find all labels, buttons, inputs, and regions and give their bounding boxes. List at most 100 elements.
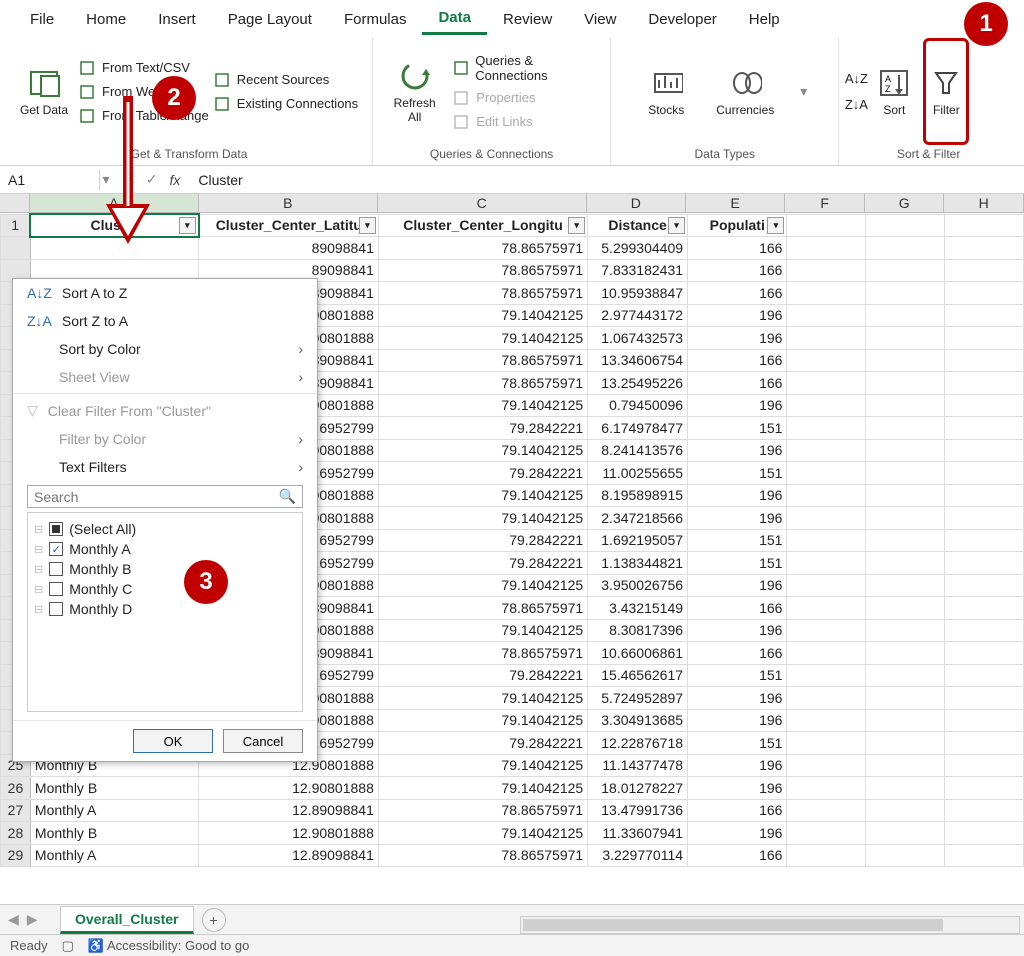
sort-za-button[interactable]: Z↓A: [847, 96, 865, 114]
sort-az-button[interactable]: A↓Z: [847, 70, 865, 88]
cell[interactable]: [787, 777, 866, 800]
cell[interactable]: [787, 484, 866, 507]
cell[interactable]: [945, 844, 1024, 867]
cell[interactable]: [866, 484, 945, 507]
filter-toggle-icon[interactable]: ▾: [359, 217, 376, 234]
cell[interactable]: [945, 642, 1024, 665]
cell[interactable]: 79.14042125: [378, 777, 587, 800]
cell[interactable]: 79.14042125: [378, 394, 587, 417]
table-header[interactable]: Populati▾: [688, 214, 787, 237]
cell[interactable]: [866, 574, 945, 597]
cell[interactable]: [787, 304, 866, 327]
cell[interactable]: [787, 754, 866, 777]
cell[interactable]: 196: [688, 574, 787, 597]
cell[interactable]: 18.01278227: [588, 777, 688, 800]
cell[interactable]: [866, 304, 945, 327]
cell[interactable]: 196: [688, 822, 787, 845]
cell[interactable]: 151: [688, 664, 787, 687]
column-header[interactable]: G: [865, 194, 945, 212]
cancel-button[interactable]: Cancel: [223, 729, 303, 753]
cell[interactable]: [866, 529, 945, 552]
cell[interactable]: Monthly B: [30, 822, 198, 845]
cell[interactable]: 79.2842221: [378, 462, 587, 485]
cell[interactable]: [945, 709, 1024, 732]
row-header[interactable]: 29: [1, 844, 31, 867]
cell[interactable]: [945, 462, 1024, 485]
cell[interactable]: [945, 282, 1024, 305]
table-header[interactable]: [787, 214, 866, 237]
sort-button[interactable]: AZ Sort: [871, 38, 917, 145]
cell[interactable]: [787, 259, 866, 282]
filter-toggle-icon[interactable]: ▾: [668, 217, 685, 234]
cell[interactable]: 151: [688, 417, 787, 440]
cell[interactable]: [866, 642, 945, 665]
get-data-button[interactable]: Get Data: [14, 38, 74, 145]
cell[interactable]: 166: [688, 372, 787, 395]
cell[interactable]: [866, 799, 945, 822]
cell[interactable]: 166: [688, 642, 787, 665]
stocks-button[interactable]: Stocks: [642, 38, 690, 145]
cell[interactable]: 166: [688, 259, 787, 282]
cell[interactable]: [787, 462, 866, 485]
cell[interactable]: [945, 799, 1024, 822]
cell[interactable]: [945, 529, 1024, 552]
cell[interactable]: 12.89098841: [199, 844, 379, 867]
cell[interactable]: [787, 597, 866, 620]
filter-check-item[interactable]: ⊟✓Monthly A: [34, 539, 296, 559]
tab-next-icon[interactable]: ▶: [27, 911, 38, 928]
cell[interactable]: [787, 664, 866, 687]
name-box[interactable]: A1: [0, 170, 100, 190]
cell[interactable]: [787, 237, 866, 260]
cell[interactable]: 1.138344821: [588, 552, 688, 575]
cell[interactable]: Monthly A: [30, 844, 198, 867]
refresh-all-button[interactable]: Refresh All: [381, 38, 448, 145]
cell[interactable]: [787, 687, 866, 710]
cell[interactable]: 2.977443172: [588, 304, 688, 327]
cell[interactable]: 11.14377478: [588, 754, 688, 777]
cell[interactable]: 196: [688, 754, 787, 777]
row-header[interactable]: 27: [1, 799, 31, 822]
cell[interactable]: [945, 372, 1024, 395]
cell[interactable]: [945, 822, 1024, 845]
cell[interactable]: 78.86575971: [378, 597, 587, 620]
cell[interactable]: 166: [688, 349, 787, 372]
sort-za-item[interactable]: Z↓ASort Z to A: [13, 307, 317, 335]
cell[interactable]: 3.304913685: [588, 709, 688, 732]
cell[interactable]: 8.241413576: [588, 439, 688, 462]
menu-tab-view[interactable]: View: [568, 5, 632, 34]
column-header[interactable]: F: [785, 194, 865, 212]
cell[interactable]: 196: [688, 394, 787, 417]
cell[interactable]: 12.90801888: [199, 777, 379, 800]
row-header[interactable]: 1: [1, 214, 31, 237]
cell[interactable]: [787, 507, 866, 530]
sheet-tab-active[interactable]: Overall_Cluster: [60, 906, 194, 934]
cell[interactable]: 79.2842221: [378, 732, 587, 755]
cell[interactable]: [945, 664, 1024, 687]
cell[interactable]: 166: [688, 844, 787, 867]
row-header[interactable]: [1, 237, 31, 260]
cell[interactable]: 3.43215149: [588, 597, 688, 620]
cell[interactable]: 151: [688, 462, 787, 485]
cell[interactable]: 79.14042125: [378, 574, 587, 597]
cell[interactable]: [945, 394, 1024, 417]
cell[interactable]: 196: [688, 687, 787, 710]
menu-tab-data[interactable]: Data: [422, 3, 487, 35]
cell[interactable]: 78.86575971: [378, 642, 587, 665]
cell[interactable]: 3.950026756: [588, 574, 688, 597]
new-sheet-button[interactable]: +: [202, 908, 226, 932]
cell[interactable]: 13.25495226: [588, 372, 688, 395]
menu-tab-developer[interactable]: Developer: [632, 5, 732, 34]
cell[interactable]: 196: [688, 619, 787, 642]
cell[interactable]: 79.14042125: [378, 687, 587, 710]
fx-icon[interactable]: fx: [169, 172, 190, 188]
cell[interactable]: [866, 259, 945, 282]
cell[interactable]: 166: [688, 799, 787, 822]
cell[interactable]: 1.692195057: [588, 529, 688, 552]
tab-prev-icon[interactable]: ◀: [8, 911, 19, 928]
filter-check-item[interactable]: ⊟(Select All): [34, 519, 296, 539]
table-header[interactable]: Cluster_Center_Latitu▾: [199, 214, 379, 237]
cell[interactable]: [866, 822, 945, 845]
cell[interactable]: [787, 732, 866, 755]
cell[interactable]: 78.86575971: [378, 259, 587, 282]
cell[interactable]: Monthly B: [30, 777, 198, 800]
